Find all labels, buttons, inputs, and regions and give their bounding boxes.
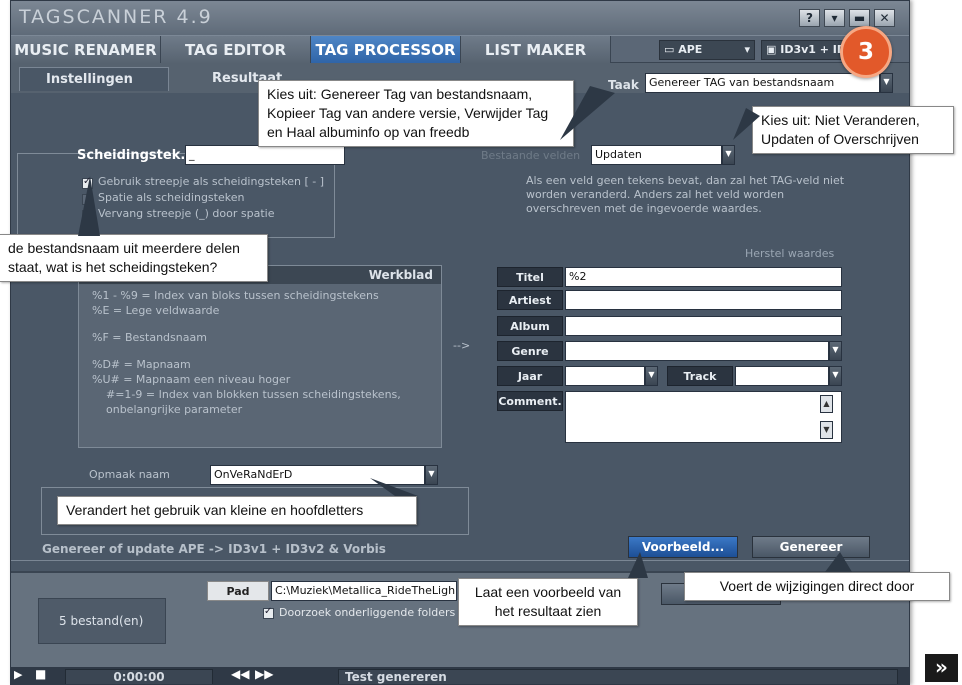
disk-icon: ▣ bbox=[766, 43, 781, 56]
album-input[interactable] bbox=[565, 316, 842, 336]
comment-textarea[interactable] bbox=[565, 391, 842, 443]
footer-description: Genereer of update APE -> ID3v1 + ID3v2 … bbox=[42, 542, 386, 556]
callout-separator: de bestandsnaam uit meerdere delen staat… bbox=[0, 234, 268, 282]
callout-taak: Kies uit: Genereer Tag van bestandsnaam,… bbox=[258, 80, 574, 147]
jaar-label: Jaar bbox=[497, 366, 563, 386]
checkbox-space-separator[interactable] bbox=[82, 194, 93, 205]
play-icon[interactable]: ▶ bbox=[14, 668, 22, 681]
callout-mode: Kies uit: Niet Veranderen, Updaten of Ov… bbox=[752, 106, 954, 154]
tab-instellingen[interactable]: Instellingen bbox=[19, 67, 169, 91]
callout-generate: Voert de wijzigingen direct door bbox=[684, 572, 950, 601]
minimize-button[interactable]: ▬ bbox=[849, 9, 870, 27]
werkblad-line: %E = Lege veldwaarde bbox=[92, 304, 220, 317]
separator-input[interactable]: _ bbox=[185, 145, 345, 165]
subfolders-label: Doorzoek onderliggende folders bbox=[279, 606, 456, 619]
path-input[interactable]: C:\Muziek\Metallica_RideTheLigh bbox=[271, 581, 457, 601]
werkblad-panel: Werkblad %1 - %9 = Index van bloks tusse… bbox=[78, 265, 442, 448]
werkblad-line: %D# = Mapnaam bbox=[92, 358, 191, 371]
file-count-box: 5 bestand(en) bbox=[38, 598, 166, 644]
menu-dropdown-button[interactable]: ▾ bbox=[824, 9, 845, 27]
scroll-up-icon[interactable]: ▲ bbox=[820, 395, 833, 413]
stop-icon[interactable]: ■ bbox=[35, 667, 46, 681]
taak-label: Taak bbox=[608, 78, 639, 92]
chevron-down-icon[interactable]: ▼ bbox=[829, 341, 842, 361]
help-button[interactable]: ? bbox=[799, 9, 820, 27]
separator-label: Scheidingstek. bbox=[77, 148, 186, 163]
folder-icon: ▭ bbox=[664, 43, 679, 56]
album-label: Album bbox=[497, 316, 563, 336]
status-text: Test genereren bbox=[338, 669, 898, 684]
subfolders-checkbox[interactable] bbox=[263, 606, 274, 619]
werkblad-line bbox=[92, 319, 441, 331]
titel-input[interactable]: %2 bbox=[565, 267, 842, 287]
werkblad-line: %1 - %9 = Index van bloks tussen scheidi… bbox=[92, 289, 379, 302]
tab-music-renamer[interactable]: MUSIC RENAMER bbox=[11, 36, 161, 64]
taak-select[interactable]: Genereer TAG van bestandsnaam bbox=[645, 73, 880, 93]
mapping-arrow: --> bbox=[453, 339, 471, 352]
titel-label: Titel bbox=[497, 267, 563, 287]
option-dash-label: Gebruik streepje als scheidingsteken [ -… bbox=[98, 175, 325, 188]
forward-icon[interactable]: ▶▶ bbox=[255, 667, 273, 681]
werkblad-line: #=1-9 = Index van blokken tussen scheidi… bbox=[106, 388, 401, 401]
chevron-down-icon[interactable]: ▼ bbox=[425, 465, 438, 485]
genre-label: Genre bbox=[497, 341, 563, 361]
jaar-select[interactable] bbox=[565, 366, 645, 386]
tab-list-maker[interactable]: LIST MAKER bbox=[461, 36, 611, 64]
werkblad-line bbox=[92, 346, 441, 358]
mode-label: Bestaande velden bbox=[481, 149, 581, 162]
genre-select[interactable] bbox=[565, 341, 829, 361]
file-count: 5 bestand(en) bbox=[59, 614, 144, 628]
chevron-down-icon[interactable]: ▼ bbox=[722, 145, 735, 165]
app-title: TAGSCANNER 4.9 bbox=[19, 6, 213, 28]
werkblad-line: onbelangrijke parameter bbox=[106, 403, 243, 416]
callout-case: Verandert het gebruik van kleine en hoof… bbox=[57, 496, 417, 525]
option-replace-label: Vervang streepje (_) door spatie bbox=[98, 207, 275, 220]
step-number-badge: 3 bbox=[840, 26, 892, 78]
tab-tag-processor[interactable]: TAG PROCESSOR bbox=[311, 36, 461, 64]
status-bar: ▶ ■ 0:00:00 ◀◀ ▶▶ Test genereren bbox=[11, 667, 909, 684]
option-space-label: Spatie als scheidingsteken bbox=[98, 191, 245, 204]
chevron-down-icon[interactable]: ▼ bbox=[829, 366, 842, 386]
werkblad-line: %F = Bestandsnaam bbox=[92, 331, 207, 344]
title-bar: TAGSCANNER 4.9 ? ▾ ▬ ✕ bbox=[11, 1, 909, 35]
track-label: Track bbox=[667, 366, 733, 386]
format-select[interactable]: OnVeRaNdErD bbox=[210, 465, 425, 485]
chevron-down-icon[interactable]: ▼ bbox=[880, 73, 893, 93]
divider bbox=[11, 560, 909, 561]
chevron-down-icon[interactable]: ▼ bbox=[645, 366, 658, 386]
format-label: Opmaak naam bbox=[89, 468, 170, 481]
werkblad-line: %U# = Mapnaam een niveau hoger bbox=[92, 373, 291, 386]
checkbox-replace-dash[interactable] bbox=[82, 210, 93, 221]
mode-select[interactable]: Updaten bbox=[591, 145, 722, 165]
artiest-input[interactable] bbox=[565, 290, 842, 310]
comment-label: Comment. bbox=[497, 391, 563, 411]
reset-link[interactable]: Herstel waardes bbox=[745, 247, 834, 260]
generate-button[interactable]: Genereer bbox=[752, 536, 870, 558]
scroll-down-icon[interactable]: ▼ bbox=[820, 421, 833, 439]
chevron-down-icon: ▾ bbox=[744, 43, 750, 56]
tab-tag-editor[interactable]: TAG EDITOR bbox=[161, 36, 311, 64]
close-button[interactable]: ✕ bbox=[874, 9, 895, 27]
elapsed-time: 0:00:00 bbox=[65, 669, 213, 684]
next-page-icon[interactable]: » bbox=[925, 654, 958, 682]
preview-button[interactable]: Voorbeeld... bbox=[628, 536, 738, 558]
rewind-icon[interactable]: ◀◀ bbox=[231, 667, 249, 681]
main-tab-bar: MUSIC RENAMER TAG EDITOR TAG PROCESSOR L… bbox=[11, 35, 909, 64]
artiest-label: Artiest bbox=[497, 290, 563, 310]
callout-preview: Laat een voorbeeld van het resultaat zie… bbox=[458, 578, 638, 626]
track-select[interactable] bbox=[735, 366, 829, 386]
path-label: Pad bbox=[207, 581, 269, 601]
checkbox-dash-separator[interactable] bbox=[82, 176, 93, 189]
source-tag-combo[interactable]: ▭ APE ▾ bbox=[659, 40, 755, 60]
mode-description: Als een veld geen tekens bevat, dan zal … bbox=[526, 174, 845, 215]
